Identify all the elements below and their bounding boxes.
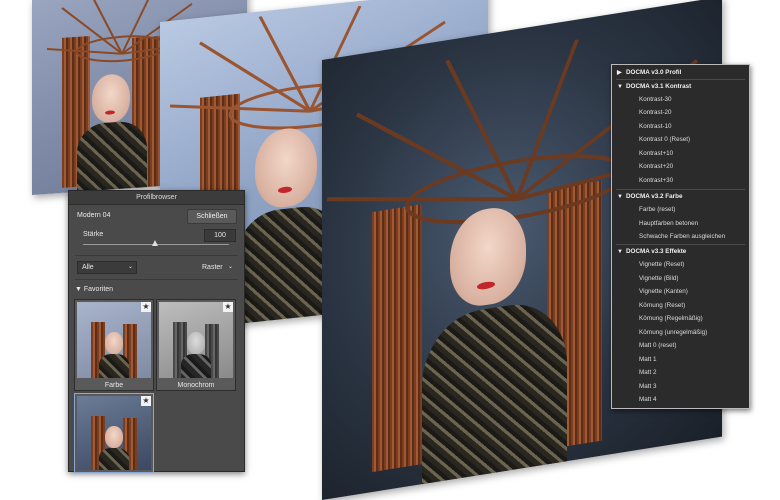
favorites-label: Favoriten <box>83 286 114 293</box>
panel-title: Profilbrowser <box>69 191 244 205</box>
divider <box>75 279 238 280</box>
filter-dropdown[interactable]: Alle ⌄ <box>77 261 137 274</box>
menu-item[interactable]: Kontrast-20 <box>639 109 672 116</box>
menu-item[interactable]: Hauptfarben betonen <box>639 220 698 227</box>
menu-group-label: DOCMA v3.3 Effekte <box>626 248 687 255</box>
triangle-right-icon: ▶ <box>617 70 622 76</box>
thumbnail-image <box>77 302 151 378</box>
strength-label: Stärke <box>83 231 104 238</box>
chevron-down-icon: ⌄ <box>227 264 233 270</box>
menu-group-label: DOCMA v3.0 Profil <box>626 69 682 76</box>
strength-input[interactable]: 100 <box>204 229 236 242</box>
model-dress <box>77 119 147 195</box>
model-dress <box>422 296 567 490</box>
menu-item[interactable]: Kontrast+20 <box>639 163 673 170</box>
divider <box>616 79 745 80</box>
profile-thumbnail[interactable]: ★ Monochrom <box>156 299 236 391</box>
menu-item[interactable]: Matt 3 <box>639 383 657 390</box>
menu-group-label: DOCMA v3.2 Farbe <box>626 193 683 200</box>
menu-item[interactable]: Kontrast+30 <box>639 177 673 184</box>
model-dress <box>99 448 129 470</box>
model-face <box>105 332 123 354</box>
menu-group-docma-profil[interactable]: ▶ DOCMA v3.0 Profil <box>617 69 681 76</box>
profile-browser-panel: Profilbrowser Modern 04 Schließen Stärke… <box>68 190 245 473</box>
menu-item[interactable]: Matt 0 (reset) <box>639 342 676 349</box>
triangle-down-icon: ▼ <box>617 194 623 200</box>
menu-group-docma-kontrast[interactable]: ▼ DOCMA v3.1 Kontrast <box>617 83 691 90</box>
menu-item[interactable]: Vignette (Reset) <box>639 261 684 268</box>
model-face <box>105 426 123 448</box>
menu-item[interactable]: Matt 1 <box>639 356 657 363</box>
model-dress <box>99 354 129 378</box>
favorites-group-header[interactable]: ▼ Favoriten <box>75 286 113 293</box>
view-mode-dropdown[interactable]: Raster ⌄ <box>197 261 237 274</box>
profile-thumbnail[interactable]: ★ Farbe <box>74 299 154 391</box>
star-icon[interactable]: ★ <box>223 302 233 312</box>
thumbnail-image <box>159 302 233 378</box>
menu-item[interactable]: Matt 2 <box>639 369 657 376</box>
menu-item[interactable]: Körnung (Reset) <box>639 302 685 309</box>
triangle-down-icon: ▼ <box>75 286 82 293</box>
view-mode-value: Raster <box>202 264 223 271</box>
chevron-down-icon: ⌄ <box>127 264 133 270</box>
close-button[interactable]: Schließen <box>187 209 237 224</box>
divider <box>616 189 745 190</box>
divider <box>75 255 238 256</box>
menu-item[interactable]: Kontrast+10 <box>639 150 673 157</box>
menu-item[interactable]: Vignette (Kanten) <box>639 288 688 295</box>
menu-item[interactable]: Kontrast 0 (Reset) <box>639 136 690 143</box>
menu-item[interactable]: Körnung (unregelmäßig) <box>639 329 707 336</box>
docma-profile-menu: ▶ DOCMA v3.0 Profil ▼ DOCMA v3.1 Kontrast … <box>611 64 750 409</box>
menu-item[interactable]: Körnung (Regelmäßig) <box>639 315 703 322</box>
divider <box>616 244 745 245</box>
menu-item[interactable]: Kontrast-30 <box>639 96 672 103</box>
filter-value: Alle <box>82 264 94 271</box>
menu-item[interactable]: Vignette (Bild) <box>639 275 678 282</box>
star-icon[interactable]: ★ <box>141 302 151 312</box>
triangle-down-icon: ▼ <box>617 84 623 90</box>
model-dress <box>181 354 211 378</box>
triangle-down-icon: ▼ <box>617 249 623 255</box>
model-face <box>92 73 130 124</box>
thumbnail-caption: Farbe <box>104 382 124 389</box>
menu-item[interactable]: Farbe (reset) <box>639 206 675 213</box>
profile-thumbnail-selected[interactable]: ★ <box>74 393 154 473</box>
profile-name: Modern 04 <box>77 212 111 219</box>
menu-item[interactable]: Kontrast-10 <box>639 123 672 130</box>
menu-group-docma-effekte[interactable]: ▼ DOCMA v3.3 Effekte <box>617 248 686 255</box>
menu-group-label: DOCMA v3.1 Kontrast <box>626 83 692 90</box>
menu-group-docma-farbe[interactable]: ▼ DOCMA v3.2 Farbe <box>617 193 682 200</box>
model-face <box>187 332 205 354</box>
thumbnail-caption: Monochrom <box>177 382 215 389</box>
strength-slider-handle[interactable] <box>152 240 158 246</box>
thumbnail-image <box>77 396 151 470</box>
star-icon[interactable]: ★ <box>141 396 151 406</box>
menu-item[interactable]: Matt 4 <box>639 396 657 403</box>
menu-item[interactable]: Schwache Farben ausgleichen <box>639 233 725 240</box>
